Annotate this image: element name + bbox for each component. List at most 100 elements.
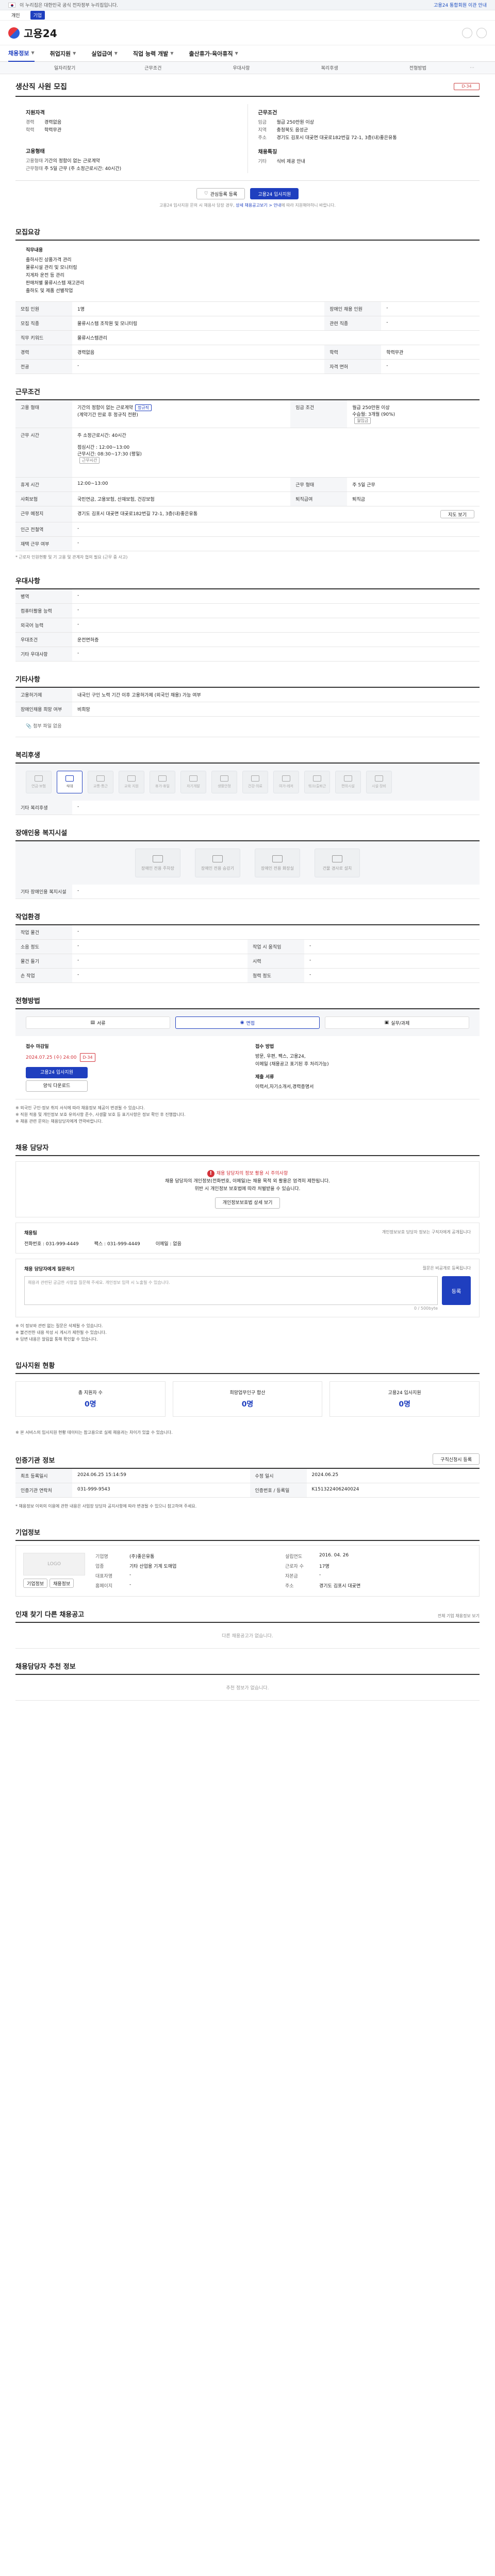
map-button[interactable]: 지도 보기 (440, 510, 474, 518)
welfare-label: 편의시설 (341, 784, 355, 788)
more-icon[interactable]: ⋯ (462, 65, 474, 71)
gov-banner-text: 이 누리집은 대한민국 공식 전자정부 누리집입니다. (20, 3, 119, 8)
privacy-law-button[interactable]: 개인정보보호법 상세 보기 (214, 1197, 280, 1209)
section-title: 기업정보 (15, 1527, 480, 1541)
register-button[interactable]: 구직신청시 등록 (433, 1453, 480, 1465)
attachment-icon: 📎 (26, 724, 32, 729)
welfare-item: 휴가·휴일 (150, 771, 175, 793)
welfare-item: 자기개발 (180, 771, 206, 793)
section-title: 기타사항 (15, 674, 480, 688)
welfare-item: 교육 지원 (119, 771, 144, 793)
welfare-label: 교통·통근 (93, 784, 108, 788)
deadline-badge: D-34 (454, 83, 480, 90)
form-download-button[interactable]: 양식 다운로드 (26, 1080, 88, 1092)
company-jobs-button[interactable]: 채용정보 (50, 1579, 74, 1588)
user-type-bar: 개인 기업 (0, 10, 495, 21)
summary-heading: 채용특징 (258, 149, 277, 155)
nav-item-training[interactable]: 직업 능력 개발 ▼ (133, 49, 174, 58)
stats-section: 입사지원 현황 총 지원자 수 0명 희망업무인구 합산 0명 고용24 입사지원 0… (15, 1360, 480, 1441)
section-title: 입사지원 현황 (15, 1360, 480, 1374)
question-input[interactable]: 채용과 관련된 궁금한 사항을 질문해 주세요. 개인정보 입력 시 노출될 수… (24, 1276, 438, 1305)
apply-button[interactable]: 고용24 입사지원 (250, 188, 299, 199)
question-submit-button[interactable]: 등록 (442, 1276, 471, 1305)
welfare-item: 생활안정 (211, 771, 237, 793)
elevator-icon (212, 855, 223, 862)
anchor-welfare[interactable]: 복리후생 (286, 64, 374, 71)
toilet-icon (272, 855, 283, 862)
recommend-section: 채용담당자 추천 정보 추천 정보가 없습니다. (15, 1661, 480, 1701)
section-title: 인증기관 정보 (15, 1457, 55, 1465)
nav-item-benefit[interactable]: 실업급여 ▼ (91, 49, 118, 58)
welfare-item: 교통·통근 (88, 771, 113, 793)
page-title: 생산직 사원 모집 (15, 83, 67, 91)
welfare-icon (313, 775, 321, 782)
gov-banner-notice[interactable]: 고용24 통합회원 이관 안내 (434, 2, 487, 8)
anchor-jobs[interactable]: 일자리찾기 (21, 64, 109, 71)
welfare-label: 연금·보험 (31, 784, 46, 788)
section-title: 모집요강 (15, 227, 480, 241)
welfare-item: 여가·레저 (273, 771, 299, 793)
recruit-table: 모집 인원 1명 장애인 채용 인원 - 모집 직종 물류시스템 조작원 및 모니터링 관… (15, 302, 480, 374)
summary-heading: 근무조건 (258, 110, 277, 116)
method-apply-button[interactable]: 고용24 입사지원 (26, 1067, 88, 1078)
recruit-section: 모집요강 직무내용 출하사진 상품가격 관리 물류시설 관리 및 모니터링 지게… (15, 227, 480, 374)
logo-icon[interactable] (8, 27, 20, 39)
section-title: 전형방법 (15, 995, 480, 1009)
tab-company[interactable]: 기업 (30, 11, 45, 20)
nav-item-support[interactable]: 취업지원 ▼ (50, 49, 76, 58)
nav-item-jobs[interactable]: 채용정보 ▼ (8, 45, 35, 62)
welfare-icon (96, 775, 105, 782)
section-title: 우대사항 (15, 575, 480, 589)
tab-personal[interactable]: 개인 (8, 11, 23, 20)
manager-section: 채용 담당자 ! 채용 담당자의 정보 활용 시 주의사항 채용 담당자의 개인정… (15, 1142, 480, 1348)
welfare-label: 시설·장비 (372, 784, 386, 788)
welfare-item: 식대 (57, 771, 82, 793)
anchor-nav: 일자리찾기 근무조건 우대사항 복리후생 전형방법 ⋯ (0, 62, 495, 74)
chevron-down-icon: ▼ (73, 51, 76, 56)
menu-icon[interactable] (476, 27, 487, 38)
welfare-icon (282, 775, 290, 782)
welfare-icon (35, 775, 43, 782)
related-all-link[interactable]: 전체 기업 채용정보 보기 (438, 1613, 480, 1619)
section-title: 장애인용 복지시설 (15, 827, 480, 841)
related-section: 인재 찾기 다른 채용공고 전체 기업 채용정보 보기 다른 채용공고가 없습니… (15, 1609, 480, 1649)
summary-heading: 고용형태 (26, 149, 45, 155)
anchor-method[interactable]: 전형방법 (374, 64, 462, 71)
welfare-icon (158, 775, 167, 782)
info-section: 인증기관 정보 구직신청시 등록 최초 등록일시 2024.06.25 15:14… (15, 1453, 480, 1515)
site-logo[interactable]: 고용24 (24, 25, 57, 40)
welfare-grid: 연금·보험 식대 교통·통근 교육 지원 휴가·휴일 자기개발 생활안정 건강·의료 여가·레저… (15, 764, 480, 801)
welfare-label: 휴가·휴일 (155, 784, 170, 788)
anchor-conditions[interactable]: 근무조건 (109, 64, 197, 71)
section-title: 채용 담당자 (15, 1142, 480, 1156)
company-section: 기업정보 LOGO 기업정보 채용정보 기업명 (주)좋은유통 설립연도 2016. … (15, 1527, 480, 1597)
step-task: ▣ 실무/과제 (325, 1016, 469, 1029)
company-info-button[interactable]: 기업정보 (23, 1579, 48, 1588)
workenv-section: 작업환경 작업 물건 - 소음 정도 - 작업 시 움직임 - 물건 들기 - 시력 - 손 … (15, 911, 480, 983)
korea-flag-icon (8, 2, 15, 8)
welfare-icon (127, 775, 136, 782)
section-title: 채용담당자 추천 정보 (15, 1661, 480, 1675)
welfare-icon (220, 775, 228, 782)
conditions-section: 근무조건 고용 형태 기간의 정함이 없는 근로계약 정규직 (계약기간 만료 후 … (15, 386, 480, 563)
job-summary: 지원자격 경력 경력없음 학력 학력무관 고용형태 고용형태 기간의 정함이 없는 근… (15, 96, 480, 181)
search-icon[interactable] (462, 27, 472, 38)
welfare-item: 워크/출퇴근 (304, 771, 330, 793)
gov-banner: 이 누리집은 대한민국 공식 전자정부 누리집입니다. 고용24 통합회원 이관… (0, 0, 495, 10)
nav-item-leave[interactable]: 출산휴가·육아휴직 ▼ (189, 49, 238, 58)
welfare-icon (344, 775, 352, 782)
pref-section: 우대사항 병역 - 컴퓨터활용 능력 - 외국어 능력 - 우대조건 운전면허증 기타 … (15, 575, 480, 662)
site-header: 고용24 (0, 21, 495, 45)
section-title: 복리후생 (15, 750, 480, 764)
document-icon: ▤ (90, 1020, 95, 1025)
welfare-label: 자기개발 (187, 784, 200, 788)
company-logo: LOGO (23, 1553, 85, 1575)
chevron-down-icon: ▼ (31, 50, 35, 55)
section-title: 인재 찾기 다른 채용공고 (15, 1611, 85, 1619)
section-title: 근무조건 (15, 386, 480, 400)
summary-heading: 지원자격 (26, 110, 45, 116)
welfare-label: 건강·의료 (248, 784, 262, 788)
anchor-pref[interactable]: 우대사항 (197, 64, 285, 71)
interest-button[interactable]: ♡ 관심등록 등록 (196, 188, 245, 199)
interview-icon: ◉ (240, 1020, 244, 1025)
